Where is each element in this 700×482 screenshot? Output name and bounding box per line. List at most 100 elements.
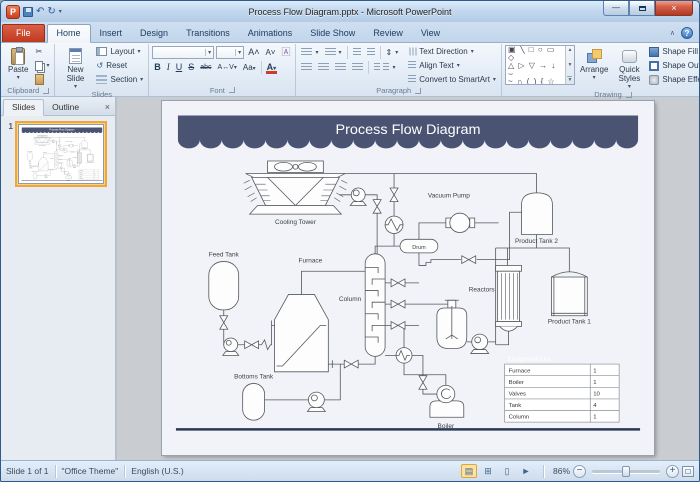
heat-exchanger-shapes[interactable]	[384, 215, 413, 364]
tab-slides-panel[interactable]: Slides	[3, 99, 45, 116]
slide-title[interactable]: Process Flow Diagram	[335, 122, 480, 138]
slide-thumbnail[interactable]	[19, 125, 104, 184]
italic-button[interactable]: I	[165, 63, 172, 72]
convert-smartart-button[interactable]: Convert to SmartArt ▾	[406, 73, 498, 86]
text-direction-button[interactable]: Text Direction ▾	[406, 45, 498, 58]
slide-sorter-button[interactable]: ⊞	[480, 464, 496, 478]
dialog-launcher-icon[interactable]	[228, 87, 235, 93]
tab-insert[interactable]: Insert	[91, 25, 132, 42]
slide-artwork[interactable]: Process Flow Diagram Cooling Tower Feed …	[162, 101, 654, 455]
save-icon[interactable]	[23, 6, 33, 17]
qat-customize-caret-icon[interactable]: ▾	[59, 8, 62, 15]
minimize-ribbon-icon[interactable]: ∧	[670, 29, 675, 37]
align-center-button[interactable]	[316, 61, 331, 74]
grow-font-button[interactable]: A˄	[246, 48, 261, 57]
increase-indent-button[interactable]	[365, 46, 377, 59]
table-cell[interactable]: Valves	[509, 392, 527, 398]
boiler-shape[interactable]	[429, 384, 465, 418]
product-tank-1-shape[interactable]	[551, 271, 588, 317]
zoom-slider[interactable]	[592, 465, 660, 477]
font-color-button[interactable]: A▾	[265, 63, 279, 74]
zoom-in-button[interactable]: +	[666, 464, 679, 478]
title-bar[interactable]: P ↶ ↻ ▾ Process Flow Diagram.pptx - Micr…	[1, 1, 699, 22]
shape-effects-button[interactable]: Shape Effects▾	[647, 73, 699, 86]
zoom-out-button[interactable]: −	[573, 464, 586, 478]
valves[interactable]	[219, 187, 477, 390]
column-label[interactable]: Column	[339, 296, 362, 303]
justify-button[interactable]	[350, 61, 365, 74]
layout-button[interactable]: Layout ▾	[94, 45, 145, 58]
scroll-up-icon[interactable]: ▲	[567, 47, 572, 53]
table-cell[interactable]: Tank	[509, 403, 522, 409]
reactors-label[interactable]: Reactors	[469, 287, 495, 294]
process-diagram[interactable]	[208, 160, 620, 423]
mixer-tank-shape[interactable]	[436, 299, 468, 349]
language[interactable]: English (U.S.)	[131, 466, 183, 476]
powerpoint-logo-icon[interactable]: P	[6, 4, 20, 19]
table-cell[interactable]: 1	[593, 415, 596, 421]
bullets-button[interactable]: ▾	[299, 46, 320, 59]
strikethrough-button[interactable]: S	[186, 63, 196, 72]
quick-styles-button[interactable]: Quick Styles ▾	[613, 45, 645, 90]
cooling-tower-shape[interactable]	[243, 160, 348, 215]
tab-file[interactable]: File	[2, 24, 45, 42]
thumbnail-area[interactable]: 1	[1, 116, 115, 460]
furnace-shape[interactable]	[274, 294, 329, 373]
shapes-gallery-scrollbar[interactable]: ▲ ▼ ▼	[564, 46, 574, 84]
shape-row[interactable]: △ ▷ ▽ → ↓ ⌣	[508, 62, 563, 78]
copy-button[interactable]: ▾	[33, 59, 51, 72]
columns-button[interactable]: ▾	[372, 61, 397, 74]
character-spacing-button[interactable]: A↔V▾	[216, 64, 239, 71]
tab-design[interactable]: Design	[131, 25, 177, 42]
table-cell[interactable]: 1	[593, 380, 596, 386]
numbering-button[interactable]: ▾	[323, 46, 344, 59]
cut-button[interactable]: ✂	[33, 45, 51, 58]
font-size-select[interactable]: ▾	[216, 46, 245, 59]
slide[interactable]: Process Flow Diagram Cooling Tower Feed …	[162, 101, 654, 455]
tab-home[interactable]: Home	[46, 24, 91, 43]
shape-fill-button[interactable]: Shape Fill▾	[647, 45, 699, 58]
vacuum-pump-label[interactable]: Vacuum Pump	[428, 193, 470, 200]
vacuum-pump-shape[interactable]	[445, 212, 476, 233]
panel-close-icon[interactable]: ×	[100, 102, 115, 115]
help-icon[interactable]: ?	[681, 27, 693, 39]
feed-tank-label[interactable]: Feed Tank	[209, 252, 240, 259]
bottoms-tank-label[interactable]: Bottoms Tank	[234, 374, 274, 381]
redo-icon[interactable]: ↻	[47, 6, 55, 17]
table-cell[interactable]: 1	[593, 368, 596, 374]
decrease-indent-button[interactable]	[351, 46, 363, 59]
paste-button[interactable]: Paste ▾	[5, 45, 31, 81]
table-cell[interactable]: Column	[509, 415, 530, 421]
align-text-button[interactable]: Align Text ▾	[406, 59, 498, 72]
product-tank-2-shape[interactable]	[521, 192, 553, 235]
shape-row[interactable]: ▣ ╲ □ ○ ▭ ◇	[508, 46, 563, 62]
title-banner[interactable]: Process Flow Diagram	[177, 115, 639, 149]
table-cell[interactable]: 10	[593, 392, 600, 398]
underline-button[interactable]: U	[174, 63, 185, 72]
minimize-button[interactable]: —	[603, 1, 629, 16]
fit-to-window-button[interactable]	[682, 465, 694, 477]
zoom-slider-thumb[interactable]	[621, 465, 630, 477]
furnace-label[interactable]: Furnace	[299, 258, 323, 265]
shapes-gallery[interactable]: ▣ ╲ □ ○ ▭ ◇ △ ▷ ▽ → ↓ ⌣ ~ ∩ ( ) { ☆ ▲ ▼ …	[504, 45, 575, 85]
column-shape[interactable]	[364, 253, 386, 357]
product-tank-2-label[interactable]: Product Tank 2	[515, 238, 558, 245]
gallery-more-icon[interactable]: ▼	[567, 76, 573, 83]
bottoms-tank-shape[interactable]	[242, 383, 265, 421]
shape-outline-button[interactable]: Shape Outline▾	[647, 59, 699, 72]
equipment-list-title[interactable]: Equipment List	[508, 356, 551, 363]
product-tank-1-label[interactable]: Product Tank 1	[548, 319, 591, 326]
line-spacing-button[interactable]: ⇕ ▾	[384, 46, 401, 59]
undo-icon[interactable]: ↶	[36, 6, 44, 17]
cooling-tower-label[interactable]: Cooling Tower	[275, 219, 317, 226]
normal-view-button[interactable]: ▤	[460, 464, 477, 478]
slide-counter[interactable]: Slide 1 of 1	[6, 466, 49, 476]
shape-row[interactable]: ~ ∩ ( ) { ☆	[508, 78, 563, 85]
align-right-button[interactable]	[333, 61, 348, 74]
change-case-button[interactable]: Aa▾	[241, 63, 258, 72]
slide-canvas[interactable]: Process Flow Diagram Cooling Tower Feed …	[117, 97, 699, 460]
text-shadow-button[interactable]: abc	[198, 64, 213, 71]
theme-name[interactable]: "Office Theme"	[62, 466, 119, 476]
format-painter-button[interactable]	[33, 73, 51, 86]
close-button[interactable]: ×	[655, 1, 693, 16]
